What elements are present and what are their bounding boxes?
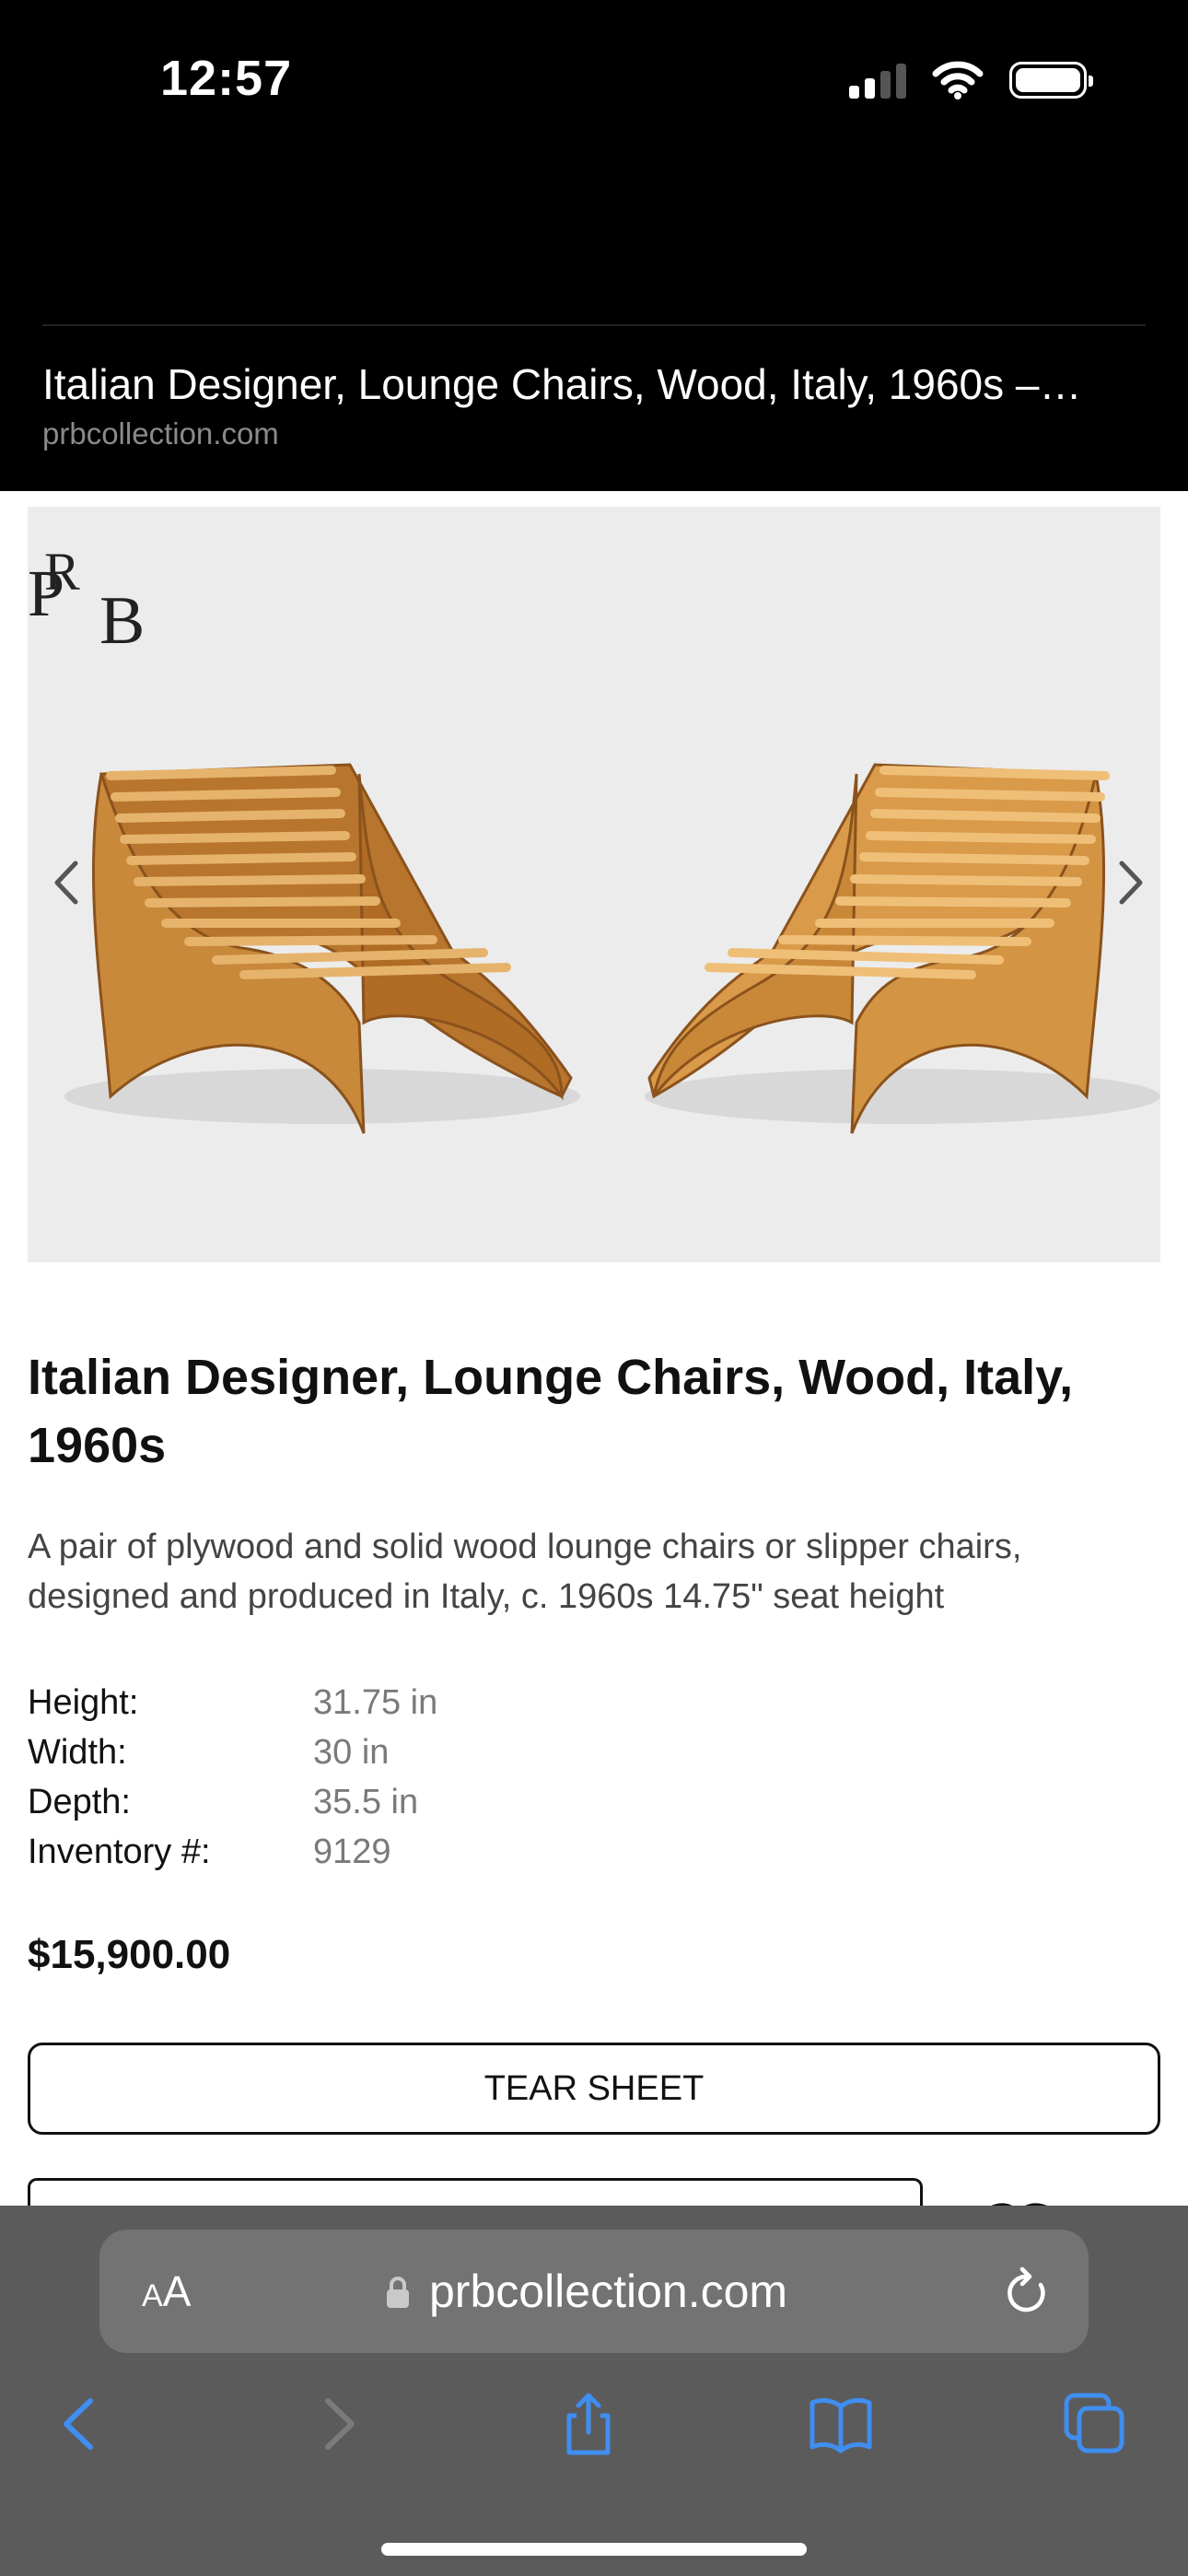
spec-row-depth: Depth: 35.5 in [28, 1777, 437, 1827]
spec-label: Depth: [28, 1782, 131, 1821]
spec-value: 35.5 in [313, 1782, 419, 1821]
spec-label: Height: [28, 1682, 139, 1722]
product-specs: Height: 31.75 in Width: 30 in Depth: 35.… [28, 1678, 437, 1877]
status-icons [849, 57, 1093, 103]
product-description: A pair of plywood and solid wood lounge … [28, 1528, 1022, 1616]
chevron-left-icon[interactable] [44, 850, 90, 915]
spec-row-height: Height: 31.75 in [28, 1678, 437, 1727]
back-icon[interactable] [48, 2392, 112, 2456]
home-indicator [381, 2543, 807, 2556]
spec-value: 9129 [313, 1832, 391, 1871]
tabs-icon[interactable] [1063, 2392, 1127, 2456]
chevron-right-icon[interactable] [1107, 850, 1153, 915]
share-icon[interactable] [556, 2392, 621, 2456]
spec-value: 30 in [313, 1732, 390, 1772]
spec-value: 31.75 in [313, 1682, 438, 1722]
product-image-gallery[interactable]: P R B [28, 507, 1160, 1262]
forward-icon[interactable] [306, 2392, 370, 2456]
battery-icon [1009, 62, 1093, 99]
status-time: 12:57 [160, 51, 293, 106]
bookmarks-icon[interactable] [809, 2392, 873, 2456]
product-title: Italian Designer, Lounge Chairs, Wood, I… [28, 1350, 1074, 1473]
spec-row-width: Width: 30 in [28, 1727, 437, 1777]
url-text[interactable]: prbcollection.com [429, 2265, 787, 2318]
reload-icon[interactable] [1002, 2265, 1052, 2318]
lock-icon [387, 2277, 409, 2308]
page-domain: prbcollection.com [42, 416, 279, 451]
spec-label: Width: [28, 1732, 127, 1772]
lounge-chairs-image [64, 763, 1160, 1134]
spec-label: Inventory #: [28, 1832, 211, 1871]
reader-settings-button[interactable]: AA [142, 2266, 191, 2316]
page-title[interactable]: Italian Designer, Lounge Chairs, Wood, I… [42, 359, 1147, 409]
product-price: $15,900.00 [28, 1932, 231, 1977]
tear-sheet-button[interactable]: TEAR SHEET [28, 2043, 1160, 2135]
cellular-signal-icon [849, 62, 906, 99]
spec-row-inventory: Inventory #: 9129 [28, 1827, 437, 1877]
header-divider [42, 324, 1146, 326]
wifi-icon [932, 61, 984, 100]
